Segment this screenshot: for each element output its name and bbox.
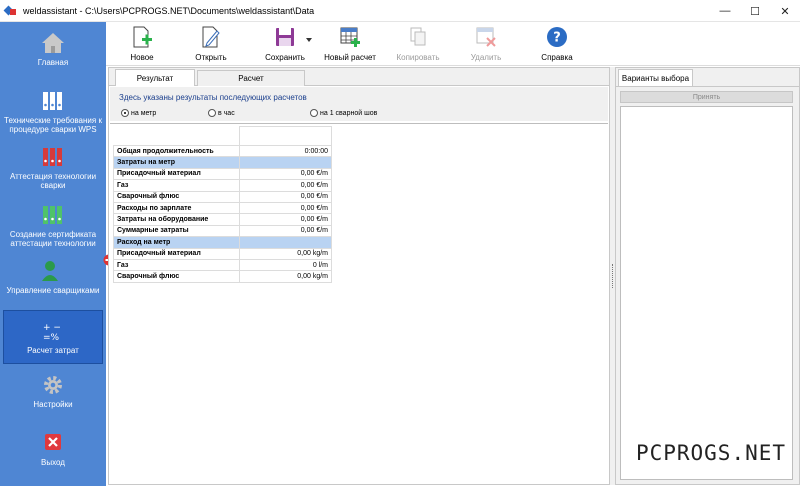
open-document-icon	[200, 26, 222, 48]
table-row: Присадочный материал 0,00 kg/m	[113, 247, 333, 260]
title-bar: weldassistant - C:\Users\PCPROGS.NET\Doc…	[0, 0, 800, 22]
exit-icon	[41, 432, 65, 454]
binders-icon	[41, 146, 65, 168]
sidebar-item-costs[interactable]: + − =% Расчет затрат	[3, 310, 103, 364]
table-row: Газ 0 l/m	[113, 258, 333, 272]
table-row: Общая продолжительность 0:00:00	[113, 144, 333, 158]
tab-calculation[interactable]: Расчет	[197, 70, 305, 86]
tab-results[interactable]: Результат	[115, 69, 195, 86]
tab-bar: Результат Расчет	[109, 68, 609, 86]
sidebar-item-exit[interactable]: Выход	[3, 432, 103, 467]
open-button[interactable]: Открыть	[188, 24, 234, 64]
section-row: Расход на метр	[113, 236, 333, 249]
radio-dot	[208, 109, 216, 117]
sidebar-item-wpqr[interactable]: Аттестация технологии сварки	[3, 146, 103, 190]
svg-text:?: ?	[553, 31, 561, 46]
copy-button[interactable]: Копировать	[392, 24, 444, 64]
toolbar: Новое Открыть Сохранить Новый расчет Коп…	[106, 22, 800, 66]
sidebar-item-welders[interactable]: Управление сварщиками	[3, 254, 115, 295]
radio-dot	[310, 109, 318, 117]
calculator-icon: + − =%	[41, 320, 65, 343]
results-description: Здесь указаны результаты последующих рас…	[119, 93, 307, 102]
home-icon	[41, 32, 65, 54]
table-row: Сварочный флюс 0,00 kg/m	[113, 270, 333, 283]
window-controls: — ☐ ✕	[710, 0, 800, 22]
options-list[interactable]	[620, 106, 793, 480]
save-button[interactable]: Сохранить	[256, 24, 314, 64]
sidebar-item-wps[interactable]: Технические требования к процедуре сварк…	[3, 90, 103, 134]
maximize-button[interactable]: ☐	[740, 0, 770, 22]
new-button[interactable]: Новое	[120, 24, 164, 64]
table-row: Расходы по зарплате 0,00 €/m	[113, 201, 333, 215]
radio-dot	[121, 109, 129, 117]
radio-per-weld[interactable]: на 1 сварной шов	[310, 109, 377, 117]
new-calculation-button[interactable]: Новый расчет	[322, 24, 378, 64]
tab-divider	[616, 86, 799, 87]
results-grid: Общая продолжительность 0:00:00 Затраты н…	[110, 123, 608, 484]
tab-options[interactable]: Варианты выбора	[618, 69, 693, 86]
table-row: Затраты на оборудование 0,00 €/m	[113, 213, 333, 226]
table-delete-icon	[475, 26, 497, 48]
minimize-button[interactable]: —	[710, 0, 740, 22]
delete-button[interactable]: Удалить	[462, 24, 510, 64]
table-row	[114, 126, 333, 146]
gear-icon	[41, 374, 65, 396]
close-button[interactable]: ✕	[770, 0, 800, 22]
options-panel: Варианты выбора Принять	[615, 67, 800, 485]
radio-per-hour[interactable]: в час	[208, 109, 235, 117]
binders-icon	[41, 204, 65, 226]
svg-text:=%: =%	[43, 333, 60, 342]
window-title: weldassistant - C:\Users\PCPROGS.NET\Doc…	[23, 5, 315, 16]
results-table: Общая продолжительность 0:00:00 Затраты н…	[113, 126, 333, 283]
binders-icon	[41, 90, 65, 112]
floppy-disk-icon	[274, 26, 296, 48]
section-row: Затраты на метр	[113, 156, 333, 169]
copy-icon	[407, 26, 429, 48]
table-row: Суммарные затраты 0,00 €/m	[113, 224, 333, 238]
table-add-icon	[339, 26, 361, 48]
splitter-grip-icon[interactable]	[612, 264, 613, 288]
new-document-icon	[131, 26, 153, 48]
table-row: Газ 0,00 €/m	[113, 179, 333, 192]
sidebar-item-settings[interactable]: Настройки	[3, 374, 103, 409]
table-row: Присадочный материал 0,00 €/m	[113, 167, 333, 181]
sidebar-item-certificate[interactable]: Создание сертификата аттестации технолог…	[3, 204, 103, 248]
help-button[interactable]: ? Справка	[532, 24, 582, 64]
main-panel: Результат Расчет Здесь указаны результат…	[108, 67, 610, 485]
help-icon: ?	[546, 26, 568, 48]
results-header: Здесь указаны результаты последующих рас…	[110, 87, 608, 121]
sidebar-item-home[interactable]: Главная	[3, 32, 103, 67]
table-row: Сварочный флюс 0,00 €/m	[113, 190, 333, 203]
accept-button[interactable]: Принять	[620, 91, 793, 103]
svg-text:+ −: + −	[43, 323, 61, 333]
sidebar: Главная Технические требования к процеду…	[0, 22, 115, 486]
radio-per-meter[interactable]: на метр	[121, 109, 156, 117]
user-icon	[41, 254, 115, 282]
save-dropdown-arrow-icon[interactable]	[306, 38, 312, 42]
app-logo-icon	[3, 5, 17, 17]
watermark: PCPROGS.NET	[630, 433, 792, 473]
